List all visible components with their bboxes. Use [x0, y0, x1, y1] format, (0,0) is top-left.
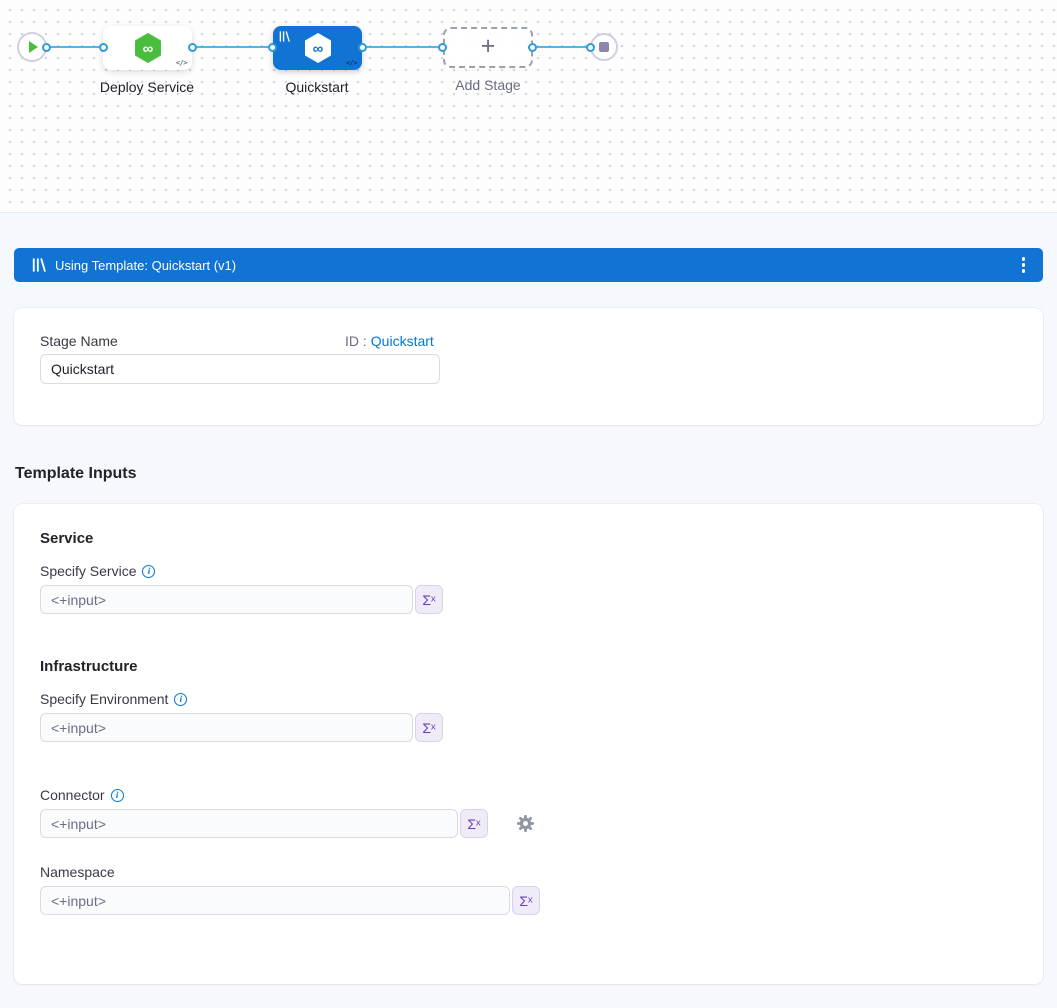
specify-service-row: Σˣ — [40, 585, 1017, 614]
edge-quickstart-addstage — [362, 46, 444, 48]
stage-label-add-stage: Add Stage — [403, 77, 573, 93]
port[interactable] — [586, 43, 595, 52]
field-label-text: Connector — [40, 787, 105, 803]
connector-row: Σˣ — [40, 809, 1017, 838]
port[interactable] — [42, 43, 51, 52]
field-label-text: Specify Service — [40, 563, 136, 579]
info-icon[interactable]: i — [142, 565, 155, 578]
info-icon[interactable]: i — [111, 789, 124, 802]
template-inputs-card: Service Specify Service i Σˣ Infrastruct… — [14, 504, 1043, 984]
stage-id-label: ID : — [345, 333, 367, 349]
infinity-icon: ∞ — [142, 41, 153, 58]
info-icon[interactable]: i — [174, 693, 187, 706]
template-banner-label: Using Template: Quickstart (v1) — [55, 258, 236, 273]
stage-name-input[interactable] — [40, 354, 440, 384]
runtime-input-sigma-button[interactable]: Σˣ — [415, 713, 443, 742]
port[interactable] — [188, 43, 197, 52]
kebab-icon — [1022, 257, 1026, 261]
port[interactable] — [268, 43, 277, 52]
stage-name-label: Stage Name — [40, 333, 345, 349]
connector-label: Connector i — [40, 787, 1017, 803]
field-label-text: Specify Environment — [40, 691, 168, 707]
port[interactable] — [438, 43, 447, 52]
port[interactable] — [99, 43, 108, 52]
gear-icon — [516, 814, 535, 833]
specify-service-input[interactable] — [40, 585, 413, 614]
stage-label-quickstart: Quickstart — [232, 79, 402, 95]
kebab-icon — [1022, 269, 1026, 273]
stop-icon — [599, 42, 609, 52]
port[interactable] — [528, 43, 537, 52]
code-icon: </> — [346, 59, 357, 67]
service-section-title: Service — [40, 530, 1017, 547]
field-label-text: Namespace — [40, 864, 115, 880]
namespace-row: Σˣ — [40, 886, 1017, 915]
runtime-input-sigma-button[interactable]: Σˣ — [415, 585, 443, 614]
specify-environment-input[interactable] — [40, 713, 413, 742]
specify-environment-row: Σˣ — [40, 713, 1017, 742]
pipeline-canvas[interactable]: ∞ </> ∞ </> + Deploy Service Quickstart … — [0, 0, 1057, 213]
stage-label-deploy-service: Deploy Service — [62, 79, 232, 95]
template-banner: Using Template: Quickstart (v1) — [14, 248, 1043, 282]
namespace-label: Namespace — [40, 864, 1017, 880]
stage-node-deploy-service[interactable]: ∞ </> — [103, 26, 192, 70]
add-stage-button[interactable]: + — [443, 27, 533, 68]
stage-name-card: Stage Name ID : Quickstart — [14, 308, 1043, 425]
namespace-input[interactable] — [40, 886, 510, 915]
quickstart-hexagon-icon: ∞ — [302, 31, 334, 65]
runtime-input-sigma-button[interactable]: Σˣ — [460, 809, 488, 838]
edge-addstage-end — [533, 46, 591, 48]
stage-id-value-link[interactable]: Quickstart — [371, 333, 434, 349]
template-badge-icon — [279, 31, 290, 42]
edge-deploy-quickstart — [192, 46, 274, 48]
play-icon — [29, 41, 38, 53]
port[interactable] — [358, 43, 367, 52]
deploy-hexagon-icon: ∞ — [132, 31, 164, 65]
connector-input[interactable] — [40, 809, 458, 838]
template-inputs-heading: Template Inputs — [15, 465, 1043, 483]
template-library-icon — [32, 258, 46, 272]
code-icon: </> — [176, 59, 187, 67]
plus-icon: + — [481, 34, 496, 59]
kebab-icon — [1022, 263, 1026, 267]
connector-settings-button[interactable] — [516, 814, 535, 833]
edge-start-deploy — [46, 46, 104, 48]
specify-service-label: Specify Service i — [40, 563, 1017, 579]
infrastructure-section-title: Infrastructure — [40, 658, 1017, 675]
stage-config-panel: Using Template: Quickstart (v1) Stage Na… — [0, 213, 1057, 984]
stage-node-quickstart[interactable]: ∞ </> — [273, 26, 362, 70]
specify-environment-label: Specify Environment i — [40, 691, 1017, 707]
banner-options-menu-button[interactable] — [1014, 251, 1034, 279]
runtime-input-sigma-button[interactable]: Σˣ — [512, 886, 540, 915]
infinity-icon: ∞ — [312, 41, 323, 58]
